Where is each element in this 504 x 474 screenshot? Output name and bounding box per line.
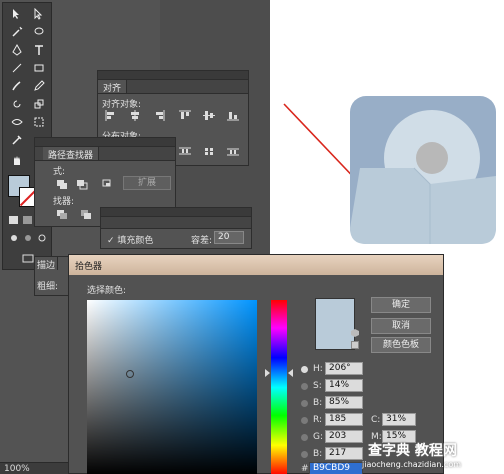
red-radio[interactable] bbox=[301, 417, 308, 424]
scale-tool-icon[interactable] bbox=[30, 97, 48, 111]
intersect-icon[interactable] bbox=[101, 178, 115, 191]
draw-inside-icon[interactable] bbox=[33, 231, 51, 245]
pencil-tool-icon[interactable] bbox=[30, 79, 48, 93]
hex-label: # bbox=[301, 464, 309, 474]
watermark-url: jiaocheng.chazidian.com bbox=[362, 460, 462, 469]
hue-label: H: bbox=[313, 364, 323, 374]
color-cursor[interactable] bbox=[126, 370, 134, 378]
green-radio[interactable] bbox=[301, 434, 308, 441]
unite-icon[interactable] bbox=[55, 178, 69, 191]
hue-slider-right-handle[interactable] bbox=[288, 369, 293, 377]
distribute-vcenter-icon[interactable] bbox=[202, 145, 216, 158]
brightness-input[interactable]: 85% bbox=[325, 396, 363, 409]
panel-header[interactable] bbox=[98, 71, 248, 80]
paintbrush-tool-icon[interactable] bbox=[8, 79, 26, 93]
hand-tool-icon[interactable] bbox=[8, 153, 26, 167]
hue-slider-left-handle[interactable] bbox=[265, 369, 270, 377]
align-right-icon[interactable] bbox=[152, 109, 166, 122]
hue-slider[interactable] bbox=[271, 300, 287, 474]
pathfinders-label: 找器: bbox=[53, 197, 75, 207]
brightness-label: B: bbox=[313, 398, 323, 408]
line-tool-icon[interactable] bbox=[8, 61, 26, 75]
hue-radio[interactable] bbox=[301, 366, 308, 373]
watermark-logo: 查字典 教程网 jiaocheng.chazidian.com bbox=[362, 438, 502, 472]
stroke-tab[interactable]: 描边 bbox=[35, 257, 59, 271]
artwork-preview bbox=[350, 96, 496, 244]
saturation-brightness-field[interactable] bbox=[87, 300, 257, 474]
divide-icon[interactable] bbox=[55, 208, 69, 221]
magic-wand-tool-icon[interactable] bbox=[8, 25, 26, 39]
web-safe-swatch[interactable] bbox=[351, 341, 359, 349]
saturation-radio[interactable] bbox=[301, 383, 308, 390]
cyan-input[interactable]: 31% bbox=[382, 413, 416, 426]
red-label: R: bbox=[313, 415, 323, 425]
free-transform-tool-icon[interactable] bbox=[30, 115, 48, 129]
minus-front-icon[interactable] bbox=[75, 178, 89, 191]
width-tool-icon[interactable] bbox=[8, 115, 26, 129]
lasso-tool-icon[interactable] bbox=[30, 25, 48, 39]
red-input[interactable]: 185 bbox=[325, 413, 363, 426]
brightness-radio[interactable] bbox=[301, 400, 308, 407]
direct-selection-tool-icon[interactable] bbox=[30, 7, 48, 21]
blue-label: B: bbox=[313, 449, 323, 459]
cancel-button[interactable]: 取消 bbox=[371, 318, 431, 334]
blue-input[interactable]: 217 bbox=[325, 447, 363, 460]
panel-header[interactable] bbox=[101, 208, 251, 217]
green-label: G: bbox=[313, 432, 324, 442]
rotate-tool-icon[interactable] bbox=[8, 97, 26, 111]
tools-panel bbox=[2, 2, 52, 270]
cyan-label: C: bbox=[371, 415, 381, 425]
panel-tabbar bbox=[101, 217, 251, 229]
distribute-top-icon[interactable] bbox=[178, 145, 192, 158]
eyedropper-tool-icon[interactable] bbox=[8, 133, 26, 147]
blue-radio[interactable] bbox=[301, 451, 308, 458]
saturation-input[interactable]: 14% bbox=[325, 379, 363, 392]
hex-input[interactable]: B9CBD9 bbox=[309, 462, 363, 474]
pen-tool-icon[interactable] bbox=[8, 43, 26, 57]
align-tab[interactable]: 对齐 bbox=[98, 80, 128, 94]
stroke-panel: 描边 粗细: bbox=[34, 256, 70, 296]
align-left-icon[interactable] bbox=[104, 109, 118, 122]
magic-wand-panel: ✓ 填充颜色 容差: 20 bbox=[100, 207, 252, 249]
type-tool-icon[interactable] bbox=[30, 43, 48, 57]
shape-modes-label: 式: bbox=[53, 167, 66, 177]
distribute-bottom-icon[interactable] bbox=[226, 145, 240, 158]
dialog-title[interactable]: 拾色器 bbox=[69, 255, 443, 275]
status-bar: 100% bbox=[0, 462, 68, 474]
tolerance-input[interactable]: 20 bbox=[214, 231, 244, 244]
select-color-label: 选择颜色: bbox=[87, 286, 127, 296]
tolerance-label: 容差: bbox=[191, 236, 213, 246]
expand-button[interactable]: 扩展 bbox=[123, 176, 171, 190]
saturation-label: S: bbox=[313, 381, 322, 391]
trim-icon[interactable] bbox=[79, 208, 93, 221]
align-hcenter-icon[interactable] bbox=[128, 109, 142, 122]
watermark-title: 查字典 教程网 bbox=[368, 443, 457, 459]
pathfinder-tab[interactable]: 路径查找器 bbox=[43, 147, 100, 161]
zoom-level[interactable]: 100% bbox=[4, 464, 30, 474]
align-bottom-icon[interactable] bbox=[226, 109, 240, 122]
fill-color-label: 填充颜色 bbox=[117, 236, 154, 246]
color-swatches-button[interactable]: 颜色色板 bbox=[371, 337, 431, 353]
align-vcenter-icon[interactable] bbox=[202, 109, 216, 122]
new-color-preview bbox=[315, 298, 355, 350]
hue-input[interactable]: 206° bbox=[325, 362, 363, 375]
fill-color-checkbox-label[interactable]: ✓ 填充颜色 bbox=[107, 233, 153, 246]
rectangle-tool-icon[interactable] bbox=[30, 61, 48, 75]
out-of-gamut-icon[interactable] bbox=[351, 329, 359, 337]
selection-tool-icon[interactable] bbox=[8, 7, 26, 21]
stroke-weight-label: 粗细: bbox=[37, 282, 59, 292]
ok-button[interactable]: 确定 bbox=[371, 297, 431, 313]
panel-header[interactable] bbox=[35, 138, 175, 147]
green-input[interactable]: 203 bbox=[325, 430, 363, 443]
align-top-icon[interactable] bbox=[178, 109, 192, 122]
